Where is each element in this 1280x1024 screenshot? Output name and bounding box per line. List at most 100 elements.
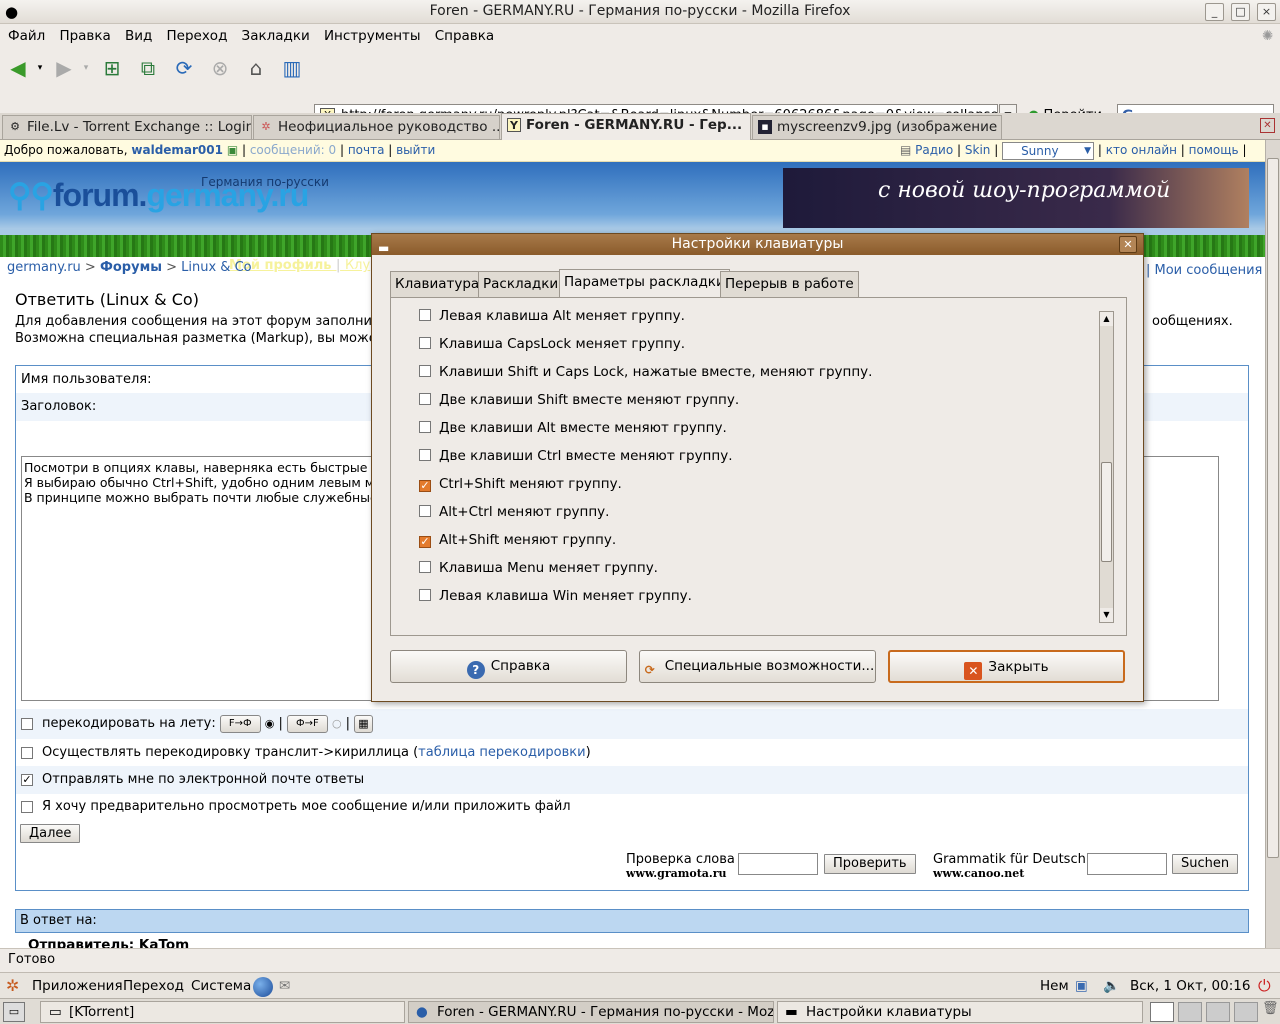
scrollbar-thumb[interactable] — [1267, 158, 1279, 858]
option-checkbox[interactable] — [419, 393, 431, 405]
menu-edit[interactable]: Правка — [59, 24, 110, 48]
grammar-input[interactable] — [1087, 853, 1167, 875]
menu-go[interactable]: Переход — [166, 24, 227, 48]
options-scroll-thumb[interactable] — [1101, 462, 1112, 562]
option-row[interactable]: Левая клавиша Win меняет группу. — [419, 584, 692, 612]
tab-filelv[interactable]: ⚙ File.Lv - Torrent Exchange :: Login — [2, 115, 252, 139]
menu-help[interactable]: Справка — [435, 24, 494, 48]
menu-tools[interactable]: Инструменты — [324, 24, 421, 48]
close-window-button[interactable]: × — [1257, 3, 1276, 21]
translit-table-link[interactable]: таблица перекодировки — [418, 745, 585, 760]
email-checkbox[interactable]: ✓ — [21, 773, 33, 786]
task-ktorrent[interactable]: ▭ [KTorrent] — [40, 1001, 405, 1023]
close-button[interactable]: ✕ Закрыть — [888, 650, 1125, 683]
forward-icon[interactable]: ▶ — [50, 54, 78, 82]
recode-checkbox[interactable] — [21, 717, 33, 730]
close-tab-icon[interactable]: ✕ — [1260, 118, 1275, 133]
workspace-1[interactable] — [1150, 1002, 1174, 1022]
network-icon[interactable]: ▣ — [1075, 973, 1088, 999]
keyboard-table-icon[interactable]: ▦ — [354, 714, 373, 733]
recode-latin-to-cyr-button[interactable]: F→Ф — [219, 714, 261, 733]
option-row[interactable]: Клавиша Menu меняет группу. — [419, 556, 658, 584]
page-scrollbar[interactable] — [1265, 140, 1280, 948]
tab-screenshot[interactable]: ▪ myscreenzv9.jpg (изображение ... — [752, 115, 1002, 139]
breadcrumb-board[interactable]: Linux & Co — [181, 260, 251, 275]
workspace-4[interactable] — [1234, 1002, 1258, 1022]
option-checkbox[interactable]: ✓ — [419, 536, 431, 548]
clock[interactable]: Вск, 1 Окт, 00:16 — [1130, 973, 1250, 999]
ad-banner[interactable]: с новой шоу-программой — [783, 168, 1249, 228]
browser-launcher-icon[interactable] — [253, 977, 273, 997]
mail-link[interactable]: почта — [348, 143, 385, 157]
menu-bookmarks[interactable]: Закладки — [242, 24, 310, 48]
recode-radio-2[interactable]: ○ — [332, 717, 342, 730]
tab-typing-break[interactable]: Перерыв в работе — [720, 271, 859, 298]
spell-check-button[interactable]: Проверить — [824, 854, 916, 874]
breadcrumb-forums[interactable]: Форумы — [100, 260, 162, 275]
mail-launcher-icon[interactable]: ✉ — [279, 973, 290, 999]
tab-layouts[interactable]: Раскладки — [478, 271, 564, 298]
option-checkbox[interactable] — [419, 505, 431, 517]
recode-cyr-to-latin-button[interactable]: Ф→F — [287, 714, 328, 733]
system-menu[interactable]: Система — [191, 973, 251, 999]
grammar-site[interactable]: www.canoo.net — [933, 867, 1086, 880]
forward-history-icon[interactable]: ▾ — [80, 54, 92, 82]
minimize-button[interactable]: _ — [1205, 3, 1224, 21]
bookmarks-icon[interactable]: ▥ — [278, 54, 306, 82]
preview-checkbox[interactable] — [21, 800, 33, 813]
option-checkbox[interactable] — [419, 449, 431, 461]
tab-foren[interactable]: Y Foren - GERMANY.RU - Гер... — [501, 113, 751, 140]
new-window-icon[interactable]: ⧉ — [134, 54, 162, 82]
option-checkbox[interactable] — [419, 561, 431, 573]
window-menu-icon[interactable]: ▬ — [378, 238, 389, 259]
spell-input[interactable] — [738, 853, 818, 875]
option-checkbox[interactable] — [419, 337, 431, 349]
help-link[interactable]: помощь — [1189, 143, 1239, 157]
option-checkbox[interactable]: ✓ — [419, 480, 431, 492]
option-row[interactable]: Клавиши Shift и Caps Lock, нажатые вмест… — [419, 360, 872, 388]
option-row[interactable]: ✓ Ctrl+Shift меняют группу. — [419, 472, 622, 500]
spell-site[interactable]: www.gramota.ru — [626, 867, 735, 880]
workspace-2[interactable] — [1178, 1002, 1202, 1022]
club-link[interactable]: Клу — [345, 258, 370, 273]
task-firefox[interactable]: ● Foren - GERMANY.RU - Германия по-русски… — [408, 1001, 774, 1023]
breadcrumb-home[interactable]: germany.ru — [7, 260, 81, 275]
dialog-close-icon[interactable]: ✕ — [1119, 236, 1137, 253]
applications-menu[interactable]: Приложения — [32, 973, 123, 999]
help-button[interactable]: ? Справка — [390, 650, 627, 683]
accessibility-button[interactable]: ⟳ Специальные возможности... — [639, 650, 876, 683]
logout-link[interactable]: выйти — [396, 143, 435, 157]
option-row[interactable]: Alt+Ctrl меняют группу. — [419, 500, 609, 528]
option-checkbox[interactable] — [419, 365, 431, 377]
show-desktop-icon[interactable]: ▭ — [3, 1002, 25, 1022]
menu-view[interactable]: Вид — [125, 24, 152, 48]
tab-layout-options[interactable]: Параметры раскладки — [559, 269, 730, 299]
next-button[interactable]: Далее — [20, 824, 81, 843]
home-icon[interactable]: ⌂ — [242, 54, 270, 82]
option-checkbox[interactable] — [419, 589, 431, 601]
scroll-down-icon[interactable]: ▼ — [1100, 608, 1113, 622]
menu-file[interactable]: Файл — [8, 24, 45, 48]
my-messages-link[interactable]: | Мои сообщения — [1146, 263, 1262, 278]
translit-checkbox[interactable] — [21, 746, 33, 759]
option-row[interactable]: Клавиша CapsLock меняет группу. — [419, 332, 685, 360]
option-row[interactable]: ✓ Alt+Shift меняют группу. — [419, 528, 616, 556]
workspace-3[interactable] — [1206, 1002, 1230, 1022]
places-menu[interactable]: Переход — [123, 973, 184, 999]
maximize-button[interactable]: □ — [1231, 3, 1250, 21]
option-row[interactable]: Две клавиши Alt вместе меняют группу. — [419, 416, 727, 444]
trash-icon[interactable]: 🗑 — [1262, 1001, 1279, 1016]
new-tab-icon[interactable]: ⊞ — [98, 54, 126, 82]
options-scrollbar[interactable]: ▲ ▼ — [1099, 311, 1114, 623]
back-history-icon[interactable]: ▾ — [34, 54, 46, 82]
power-icon[interactable]: ⏻ — [1258, 973, 1271, 999]
username-link[interactable]: waldemar001 — [131, 143, 223, 157]
recode-radio-1[interactable]: ◉ — [265, 717, 275, 730]
scroll-up-icon[interactable]: ▲ — [1100, 312, 1113, 326]
volume-icon[interactable]: 🔈 — [1103, 973, 1120, 999]
option-row[interactable]: Две клавиши Ctrl вместе меняют группу. — [419, 444, 733, 472]
online-link[interactable]: кто онлайн — [1106, 143, 1177, 157]
back-icon[interactable]: ◀ — [4, 54, 32, 82]
tab-keyboard[interactable]: Клавиатура — [390, 271, 485, 298]
option-checkbox[interactable] — [419, 421, 431, 433]
